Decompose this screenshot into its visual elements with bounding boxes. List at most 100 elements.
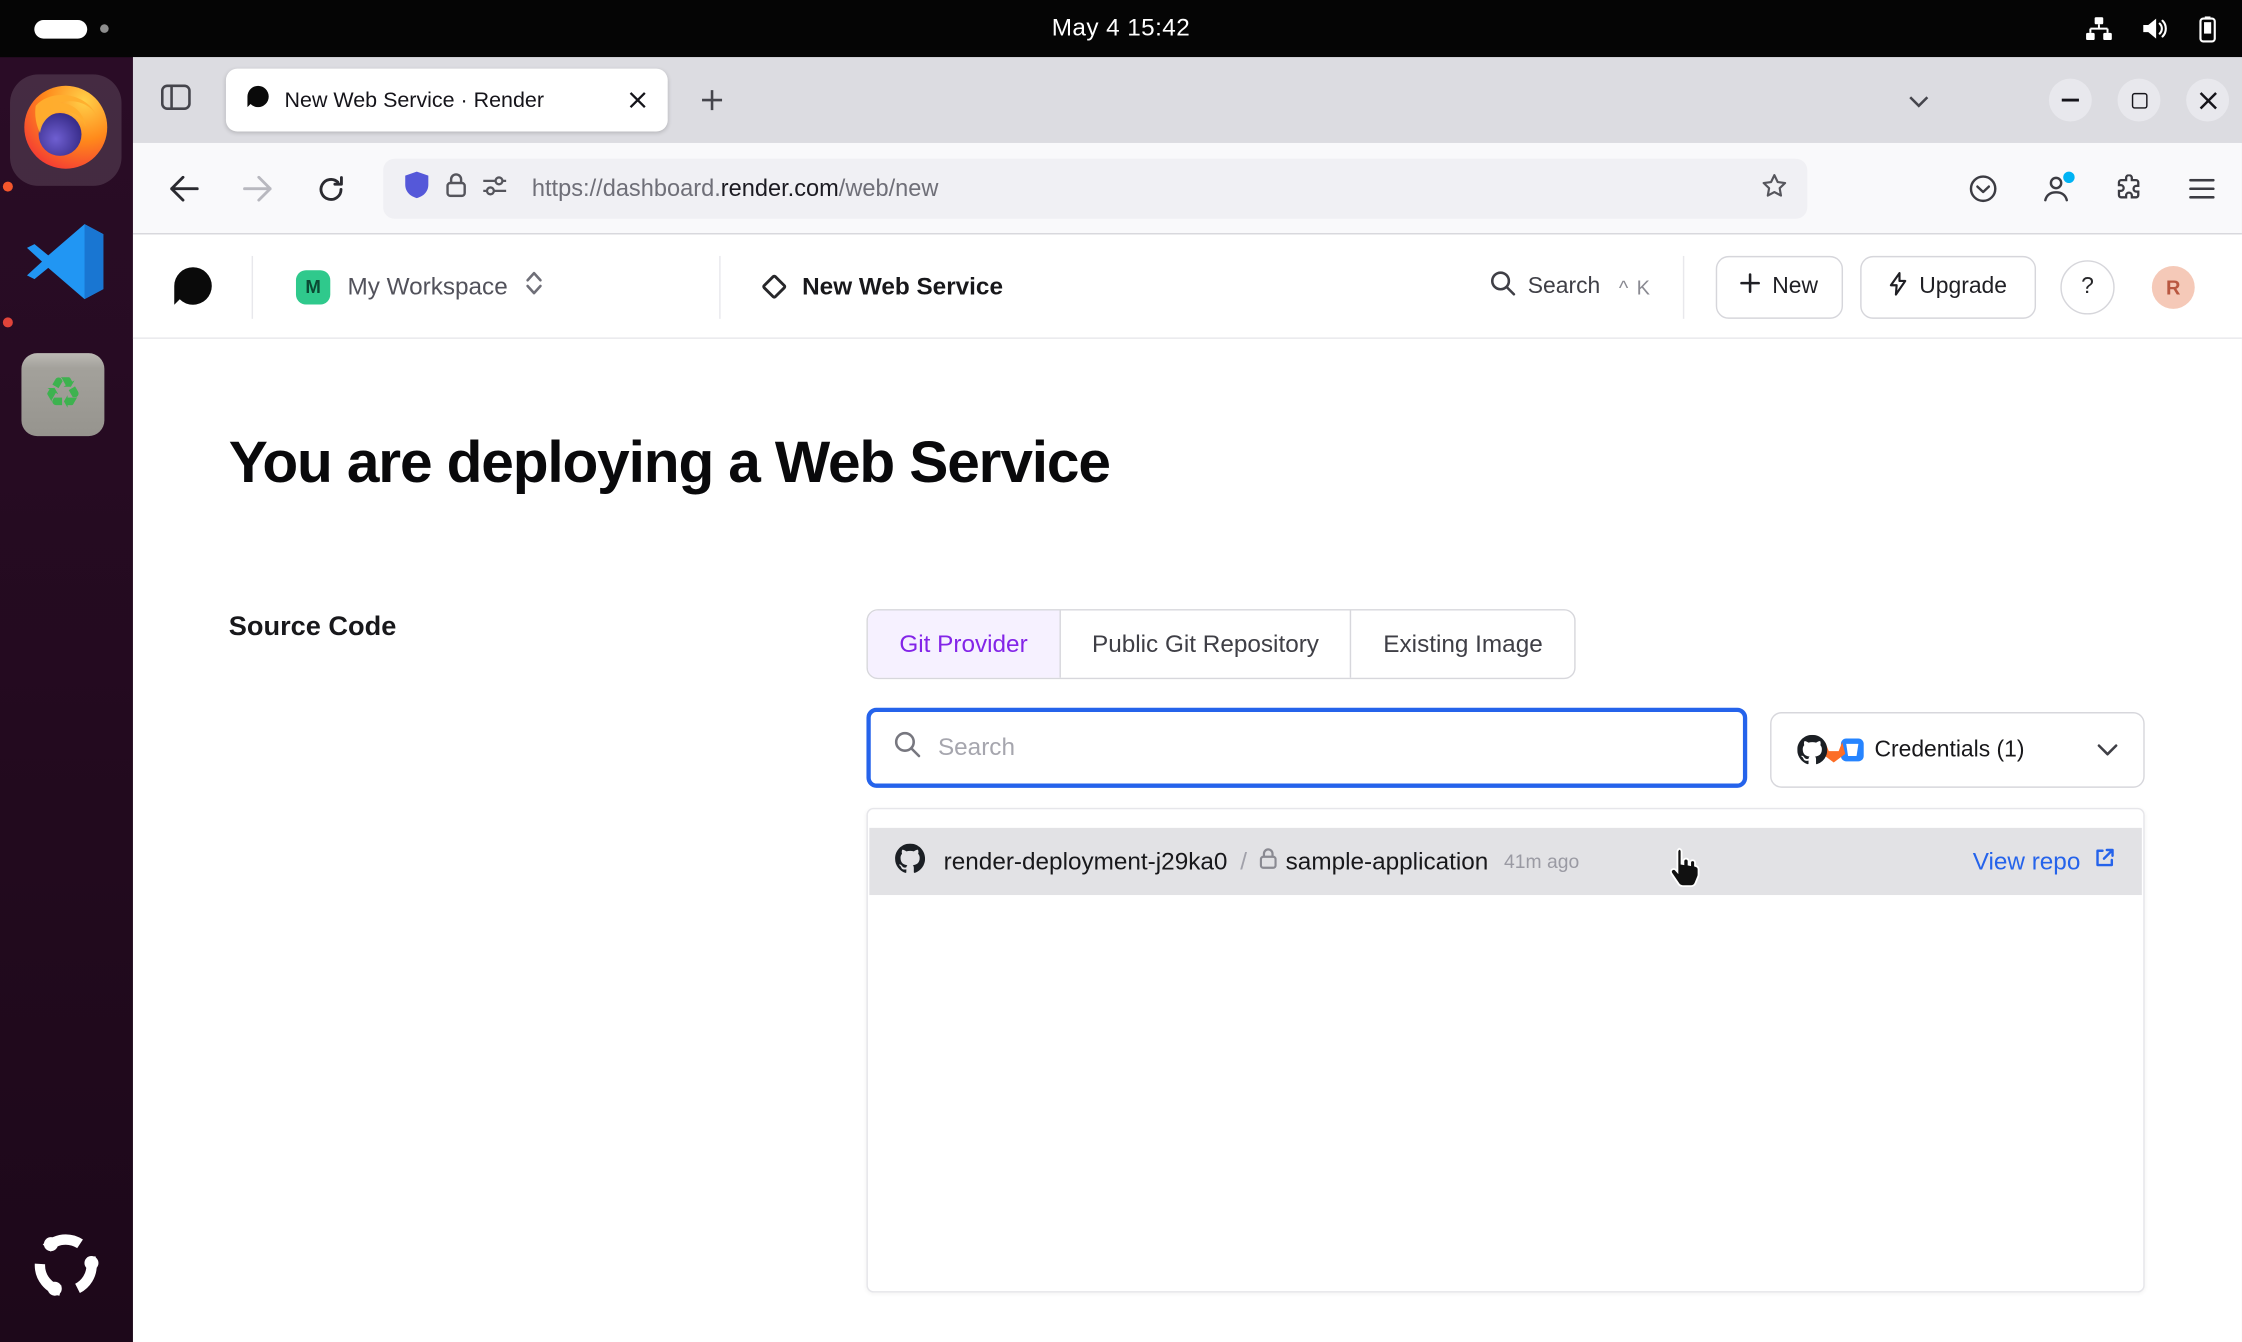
page-heading: You are deploying a Web Service bbox=[229, 429, 1110, 496]
workspace-avatar: M bbox=[296, 270, 330, 304]
system-top-bar: May 4 15:42 bbox=[0, 0, 2242, 57]
vscode-running-indicator bbox=[3, 317, 13, 327]
tab-existing-image[interactable]: Existing Image bbox=[1350, 611, 1574, 678]
firefox-view-icon bbox=[160, 82, 191, 118]
firefox-icon bbox=[21, 82, 110, 178]
source-type-tabs: Git Provider Public Git Repository Exist… bbox=[866, 609, 1575, 679]
new-button-label: New bbox=[1772, 274, 1818, 300]
tab-close-button[interactable] bbox=[619, 81, 656, 118]
new-button[interactable]: New bbox=[1716, 255, 1843, 318]
repo-owner: render-deployment-j29ka0 bbox=[944, 847, 1228, 876]
upgrade-button[interactable]: Upgrade bbox=[1860, 255, 2036, 318]
chevron-down-icon bbox=[2098, 743, 2118, 756]
dock-item-vscode[interactable] bbox=[16, 217, 116, 311]
chevron-up-down-icon bbox=[525, 270, 544, 303]
page-title: New Web Service bbox=[802, 272, 1003, 301]
vscode-icon bbox=[26, 221, 106, 308]
plus-icon bbox=[1741, 273, 1761, 300]
search-icon bbox=[1489, 270, 1515, 303]
repo-search-box bbox=[866, 708, 1747, 788]
browser-window: New Web Service · Render bbox=[133, 57, 2242, 1342]
system-clock[interactable]: May 4 15:42 bbox=[0, 0, 2242, 57]
bookmark-star-icon[interactable] bbox=[1762, 172, 1788, 205]
credentials-label: Credentials (1) bbox=[1874, 737, 2024, 763]
url-text[interactable]: https://dashboard.render.com/web/new bbox=[532, 175, 939, 202]
new-tab-button[interactable] bbox=[689, 77, 735, 123]
help-label: ? bbox=[2081, 274, 2094, 300]
firefox-view-button[interactable] bbox=[153, 77, 199, 123]
header-divider bbox=[1683, 255, 1684, 318]
dock: ♻ bbox=[0, 57, 133, 1342]
search-label: Search bbox=[1528, 274, 1600, 300]
list-all-tabs-button[interactable] bbox=[1897, 80, 1940, 123]
maximize-icon bbox=[2131, 92, 2147, 108]
credentials-dropdown[interactable]: Credentials (1) bbox=[1770, 712, 2145, 788]
service-diamond-icon bbox=[761, 274, 787, 300]
reload-button[interactable] bbox=[303, 162, 357, 216]
tracking-protection-shield-icon[interactable] bbox=[403, 170, 430, 207]
workspace-switcher[interactable]: M My Workspace bbox=[296, 234, 544, 338]
search-shortcut: ^ K bbox=[1619, 275, 1652, 298]
search-icon bbox=[894, 731, 921, 765]
github-icon bbox=[1797, 735, 1827, 765]
external-link-icon bbox=[2093, 846, 2116, 876]
dashboard-header: M My Workspace New Web Service bbox=[133, 234, 2242, 338]
tab-bar: New Web Service · Render bbox=[133, 57, 2242, 143]
global-search[interactable]: Search ^ K bbox=[1489, 270, 1651, 303]
extensions-button[interactable] bbox=[2102, 162, 2156, 216]
breadcrumb: New Web Service bbox=[765, 234, 1003, 338]
window-minimize-button[interactable] bbox=[2049, 79, 2092, 122]
system-tray[interactable] bbox=[2085, 0, 2219, 57]
page-content: M My Workspace New Web Service bbox=[133, 234, 2242, 1342]
user-avatar[interactable]: R bbox=[2152, 265, 2195, 308]
repo-list: render-deployment-j29ka0 / sample-applic… bbox=[866, 808, 2144, 1293]
header-actions: Search ^ K New Upgrade bbox=[1489, 234, 2195, 338]
window-close-button[interactable] bbox=[2186, 79, 2229, 122]
repo-row[interactable]: render-deployment-j29ka0 / sample-applic… bbox=[869, 828, 2142, 895]
github-icon bbox=[895, 843, 925, 880]
menu-button[interactable] bbox=[2175, 162, 2229, 216]
tab-public-git-repository[interactable]: Public Git Repository bbox=[1059, 611, 1350, 678]
lightning-icon bbox=[1889, 271, 1908, 302]
help-button[interactable]: ? bbox=[2060, 260, 2114, 314]
navigation-toolbar: https://dashboard.render.com/web/new bbox=[133, 143, 2242, 235]
network-icon bbox=[2085, 16, 2114, 40]
url-prefix: https://dashboard. bbox=[532, 175, 721, 201]
account-notification-dot bbox=[2063, 172, 2074, 183]
dock-item-trash[interactable]: ♻ bbox=[21, 353, 104, 436]
view-repo-label: View repo bbox=[1973, 847, 2081, 876]
permissions-icon[interactable] bbox=[482, 175, 508, 202]
dock-item-show-apps[interactable] bbox=[24, 1227, 107, 1310]
window-maximize-button[interactable] bbox=[2118, 79, 2161, 122]
repo-search-input[interactable] bbox=[938, 733, 1720, 762]
forward-button[interactable] bbox=[230, 162, 284, 216]
pocket-button[interactable] bbox=[1956, 162, 2010, 216]
workspace-name: My Workspace bbox=[347, 272, 507, 301]
battery-icon bbox=[2196, 15, 2219, 42]
dock-item-firefox[interactable] bbox=[10, 74, 122, 186]
lock-icon[interactable] bbox=[446, 173, 466, 204]
header-divider bbox=[719, 256, 720, 319]
trash-icon: ♻ bbox=[44, 373, 82, 416]
credentials-provider-icons bbox=[1797, 735, 1857, 765]
render-favicon-icon bbox=[246, 84, 270, 115]
browser-tab[interactable]: New Web Service · Render bbox=[226, 69, 668, 132]
repo-name: sample-application bbox=[1286, 847, 1489, 876]
url-bar[interactable]: https://dashboard.render.com/web/new bbox=[383, 159, 1807, 219]
tab-title: New Web Service · Render bbox=[285, 88, 617, 112]
repo-path-separator: / bbox=[1240, 847, 1247, 876]
repo-updated-time: 41m ago bbox=[1504, 851, 1579, 872]
header-divider bbox=[252, 256, 253, 319]
account-button[interactable] bbox=[2029, 162, 2083, 216]
volume-icon bbox=[2142, 17, 2168, 40]
tab-git-provider[interactable]: Git Provider bbox=[868, 611, 1059, 678]
render-logo-icon[interactable] bbox=[172, 265, 215, 315]
upgrade-button-label: Upgrade bbox=[1919, 274, 2007, 300]
minimize-icon bbox=[2062, 99, 2079, 102]
view-repo-link[interactable]: View repo bbox=[1973, 846, 2116, 876]
close-icon bbox=[2198, 91, 2217, 110]
source-code-label: Source Code bbox=[229, 612, 397, 643]
private-repo-lock-icon bbox=[1260, 847, 1277, 876]
back-button[interactable] bbox=[157, 162, 211, 216]
url-domain: render.com bbox=[721, 175, 839, 201]
